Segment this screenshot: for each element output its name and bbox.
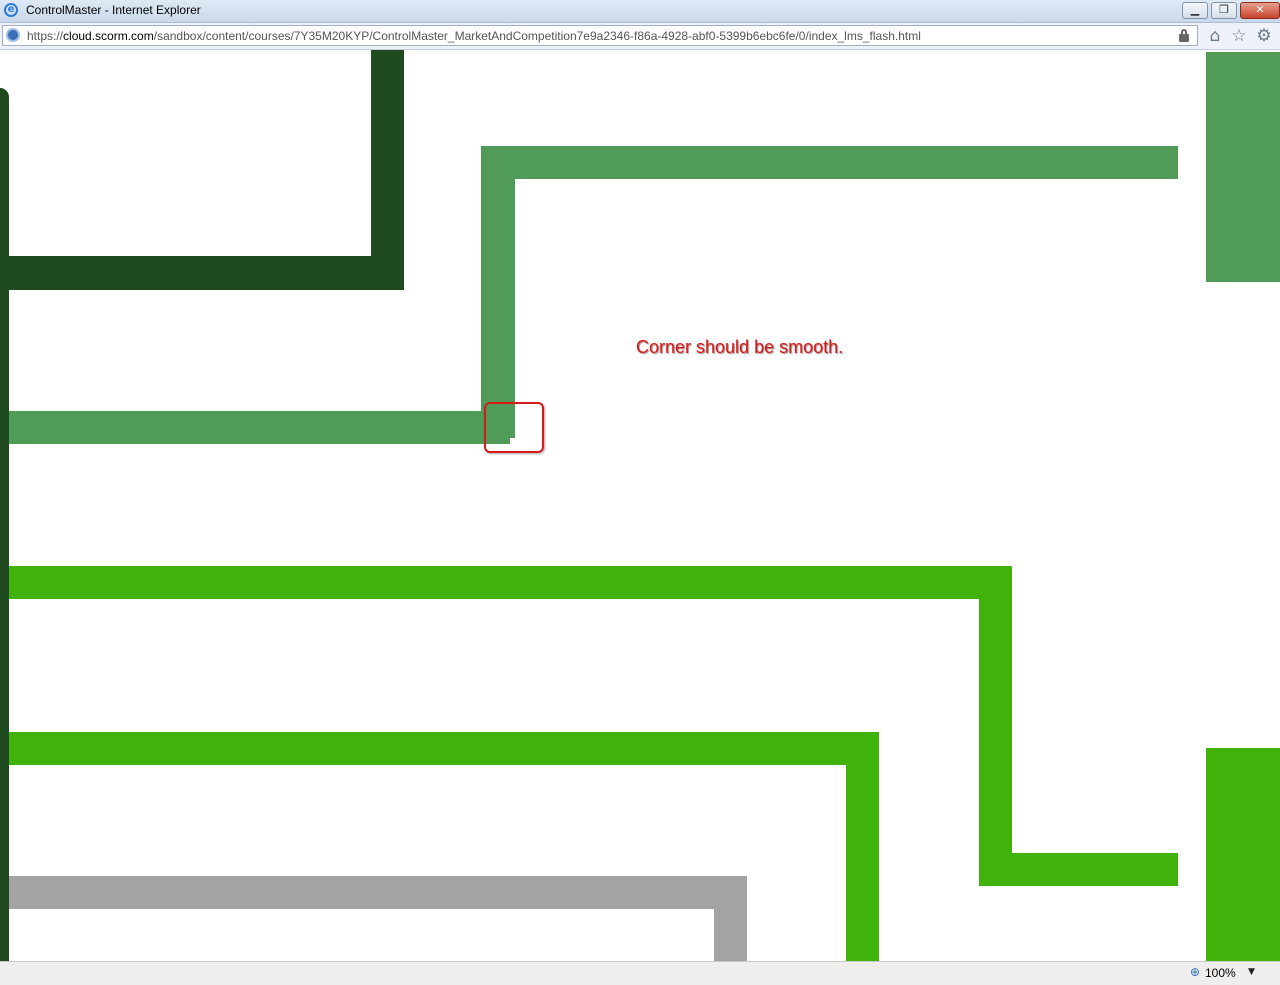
bright-green-line-1-bottom <box>979 853 1178 886</box>
bright-green-line-2-vertical <box>846 732 879 961</box>
tools-gear-icon[interactable]: ⚙ <box>1254 26 1274 46</box>
dark-green-line-horizontal <box>9 256 404 290</box>
url-text[interactable]: https://cloud.scorm.com/sandbox/content/… <box>27 29 921 43</box>
dark-green-line-vertical <box>371 50 404 290</box>
dark-green-left-line <box>0 88 9 961</box>
mid-green-line-bottom <box>9 411 515 444</box>
mid-green-line-top <box>481 146 1178 179</box>
zoom-dropdown-icon[interactable]: ▼ <box>1248 967 1255 977</box>
mid-green-right-block <box>1206 52 1280 282</box>
url-scheme: https:// <box>27 29 64 43</box>
address-bar: https://cloud.scorm.com/sandbox/content/… <box>0 23 1280 50</box>
gray-line-vertical <box>714 876 747 961</box>
close-button[interactable]: ✕ <box>1240 2 1280 19</box>
gray-line-horizontal <box>9 876 747 909</box>
site-globe-icon <box>6 28 20 42</box>
zoom-level[interactable]: 100% <box>1205 966 1236 980</box>
bright-green-line-1-horizontal <box>9 566 1012 599</box>
annotation-text: Corner should be smooth. <box>636 337 844 357</box>
window-title-bar: e ControlMaster - Internet Explorer ▁ ❐ … <box>0 0 1280 23</box>
mid-green-line-vertical <box>481 146 515 444</box>
restore-button[interactable]: ❐ <box>1211 2 1237 19</box>
url-host: cloud.scorm.com <box>63 29 154 43</box>
minimize-button[interactable]: ▁ <box>1182 2 1208 19</box>
bright-green-line-2-horizontal <box>9 732 879 765</box>
bright-green-right-block <box>1206 748 1280 961</box>
lock-icon[interactable] <box>1179 29 1189 42</box>
zoom-magnifier-icon[interactable]: ⊕ <box>1190 966 1202 978</box>
favorites-star-icon[interactable]: ☆ <box>1229 26 1249 46</box>
internet-explorer-icon: e <box>4 3 18 17</box>
status-bar: ⊕ 100% ▼ <box>0 961 1280 985</box>
window-title: ControlMaster - Internet Explorer <box>26 3 201 17</box>
url-path: /sandbox/content/courses/7Y35M20KYP/Cont… <box>153 29 921 43</box>
home-icon[interactable]: ⌂ <box>1205 26 1225 46</box>
url-field[interactable]: https://cloud.scorm.com/sandbox/content/… <box>2 25 1198 46</box>
bright-green-line-1-vertical <box>979 566 1012 886</box>
flash-content-area: Corner should be smooth. <box>0 50 1280 961</box>
annotation-highlight-box <box>484 402 544 453</box>
